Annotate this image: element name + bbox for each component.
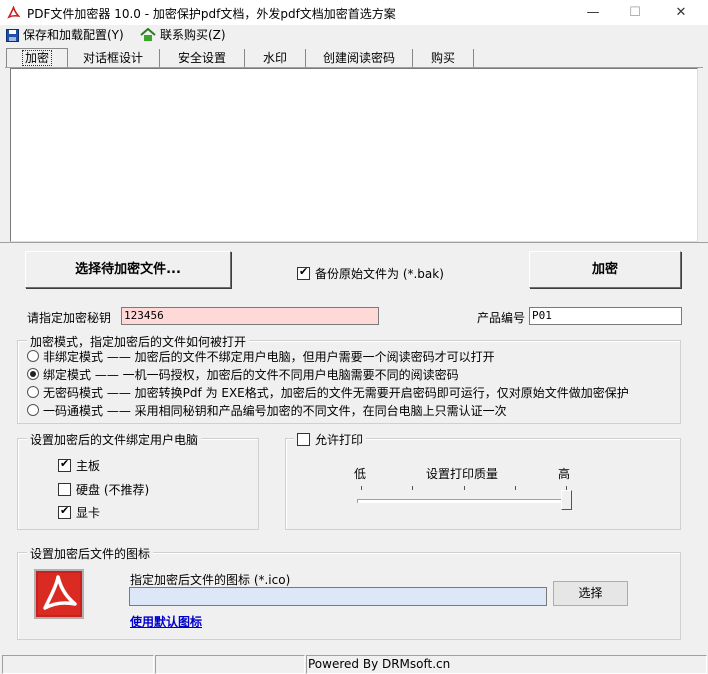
print-group — [285, 438, 681, 530]
tab-encrypt-label: 加密 — [21, 50, 52, 66]
mode-name: 一码通模式 — [43, 404, 104, 418]
slider-tick — [464, 486, 465, 490]
mode-option-bound[interactable]: 绑定模式 —— 一机一码授权，加密后的文件不同用户电脑需要不同的阅读密码 — [27, 366, 459, 383]
backup-checkbox-row[interactable]: 备份原始文件为 (*.bak) — [297, 265, 444, 282]
backup-label: 备份原始文件为 (*.bak) — [315, 267, 444, 281]
print-legend-row[interactable]: 允许打印 — [294, 431, 367, 448]
minimize-button[interactable]: — — [570, 0, 616, 25]
use-default-icon-link[interactable]: 使用默认图标 — [130, 613, 202, 630]
mode-option-unbound[interactable]: 非绑定模式 —— 加密后的文件不绑定用户电脑，但用户需要一个阅读密码才可以打开 — [27, 348, 495, 365]
mode-name: 非绑定模式 — [43, 350, 104, 364]
icon-legend: 设置加密后文件的图标 — [27, 545, 154, 562]
window-title: PDF文件加密器 10.0 - 加密保护pdf文档，外发pdf文档加密首选方案 — [27, 7, 396, 21]
encrypt-button[interactable]: 加密 — [529, 251, 681, 288]
mode-option-onecode[interactable]: 一码通模式 —— 采用相同秘钥和产品编号加密的不同文件，在同台电脑上只需认证一次 — [27, 402, 507, 419]
file-list[interactable] — [10, 68, 698, 242]
print-quality-label: 设置打印质量 — [426, 467, 499, 481]
acrobat-icon-preview — [34, 569, 84, 619]
mode-dash: —— — [106, 350, 131, 364]
tab-strip: 加密 对话框设计 安全设置 水印 创建阅读密码 购买 — [0, 46, 708, 68]
product-label: 产品编号 — [477, 311, 526, 325]
mode-desc: 采用相同秘钥和产品编号加密的不同文件，在同台电脑上只需认证一次 — [134, 404, 507, 418]
mode-option-nopassword[interactable]: 无密码模式 —— 加密转换Pdf 为 EXE格式，加密后的文件无需要开启密码即可… — [27, 384, 629, 401]
binding-disk-label: 硬盘 (不推荐) — [76, 483, 150, 497]
print-checkbox[interactable] — [297, 433, 310, 446]
mode-name: 无密码模式 — [43, 386, 104, 400]
binding-gpu-label: 显卡 — [76, 506, 101, 520]
status-panel-1 — [2, 655, 154, 674]
binding-gpu-checkbox[interactable] — [58, 504, 71, 519]
title-bar: PDF文件加密器 10.0 - 加密保护pdf文档，外发pdf文档加密首选方案 … — [0, 0, 708, 26]
binding-disk-row[interactable]: 硬盘 (不推荐) — [58, 481, 149, 498]
tab-encrypt[interactable]: 加密 — [6, 48, 68, 68]
mode-desc: 加密后的文件不绑定用户电脑，但用户需要一个阅读密码才可以打开 — [134, 350, 495, 364]
mode-radio-nopassword[interactable] — [27, 386, 39, 398]
print-high-label: 高 — [558, 467, 571, 481]
mode-dash: —— — [94, 368, 119, 382]
status-powered: Powered By DRMsoft.cn — [306, 655, 707, 674]
mode-desc: 一机一码授权，加密后的文件不同用户电脑需要不同的阅读密码 — [122, 368, 459, 382]
icon-path-input[interactable] — [129, 587, 547, 606]
binding-gpu-row[interactable]: 显卡 — [58, 504, 100, 521]
mode-desc: 加密转换Pdf 为 EXE格式，加密后的文件无需要开启密码即可运行，仅对原始文件… — [134, 386, 629, 400]
home-icon — [140, 27, 156, 41]
print-legend: 允许打印 — [315, 433, 364, 447]
print-low-label: 低 — [354, 467, 367, 481]
choose-icon-button[interactable]: 选择 — [553, 581, 628, 606]
tab-security[interactable]: 安全设置 — [160, 49, 245, 67]
select-files-button[interactable]: 选择待加密文件... — [25, 251, 231, 288]
print-quality-slider-thumb[interactable] — [561, 490, 572, 510]
mode-dash: —— — [106, 404, 131, 418]
binding-mainboard-row[interactable]: 主板 — [58, 457, 100, 474]
key-label: 请指定加密秘钥 — [27, 311, 112, 325]
tab-buy[interactable]: 购买 — [413, 49, 474, 67]
backup-checkbox[interactable] — [297, 265, 310, 280]
menu-contact-buy[interactable]: 联系购买(Z) — [140, 27, 226, 44]
maximize-button[interactable]: ☐ — [612, 0, 658, 25]
print-quality-slider-track[interactable] — [357, 499, 572, 503]
key-input[interactable]: 123456 — [121, 307, 379, 325]
binding-legend: 设置加密后的文件绑定用户电脑 — [27, 431, 202, 448]
slider-tick — [515, 486, 516, 490]
divider — [0, 242, 708, 243]
menu-save-config[interactable]: 保存和加载配置(Y) — [6, 27, 124, 44]
tab-dialog-design[interactable]: 对话框设计 — [67, 49, 160, 67]
status-bar: Powered By DRMsoft.cn — [0, 653, 708, 674]
save-icon — [6, 29, 19, 42]
icon-prompt: 指定加密后文件的图标 (*.ico) — [130, 573, 291, 587]
binding-mainboard-checkbox[interactable] — [58, 457, 71, 472]
pdf-app-icon — [7, 6, 20, 19]
tab-reading-password[interactable]: 创建阅读密码 — [306, 49, 413, 67]
mode-radio-unbound[interactable] — [27, 350, 39, 362]
mode-dash: —— — [106, 386, 131, 400]
binding-disk-checkbox[interactable] — [58, 483, 71, 496]
menu-save-config-label: 保存和加载配置(Y) — [23, 28, 124, 42]
tab-watermark[interactable]: 水印 — [245, 49, 306, 67]
binding-mainboard-label: 主板 — [76, 459, 101, 473]
mode-radio-onecode[interactable] — [27, 404, 39, 416]
status-panel-2 — [155, 655, 305, 674]
mode-name: 绑定模式 — [43, 368, 92, 382]
menu-bar: 保存和加载配置(Y) 联系购买(Z) — [0, 25, 708, 46]
product-input[interactable]: P01 — [529, 307, 682, 325]
slider-tick — [361, 486, 362, 490]
mode-radio-bound[interactable] — [27, 368, 39, 380]
menu-contact-buy-label: 联系购买(Z) — [160, 28, 226, 42]
slider-tick — [412, 486, 413, 490]
close-button[interactable]: ✕ — [658, 0, 704, 25]
